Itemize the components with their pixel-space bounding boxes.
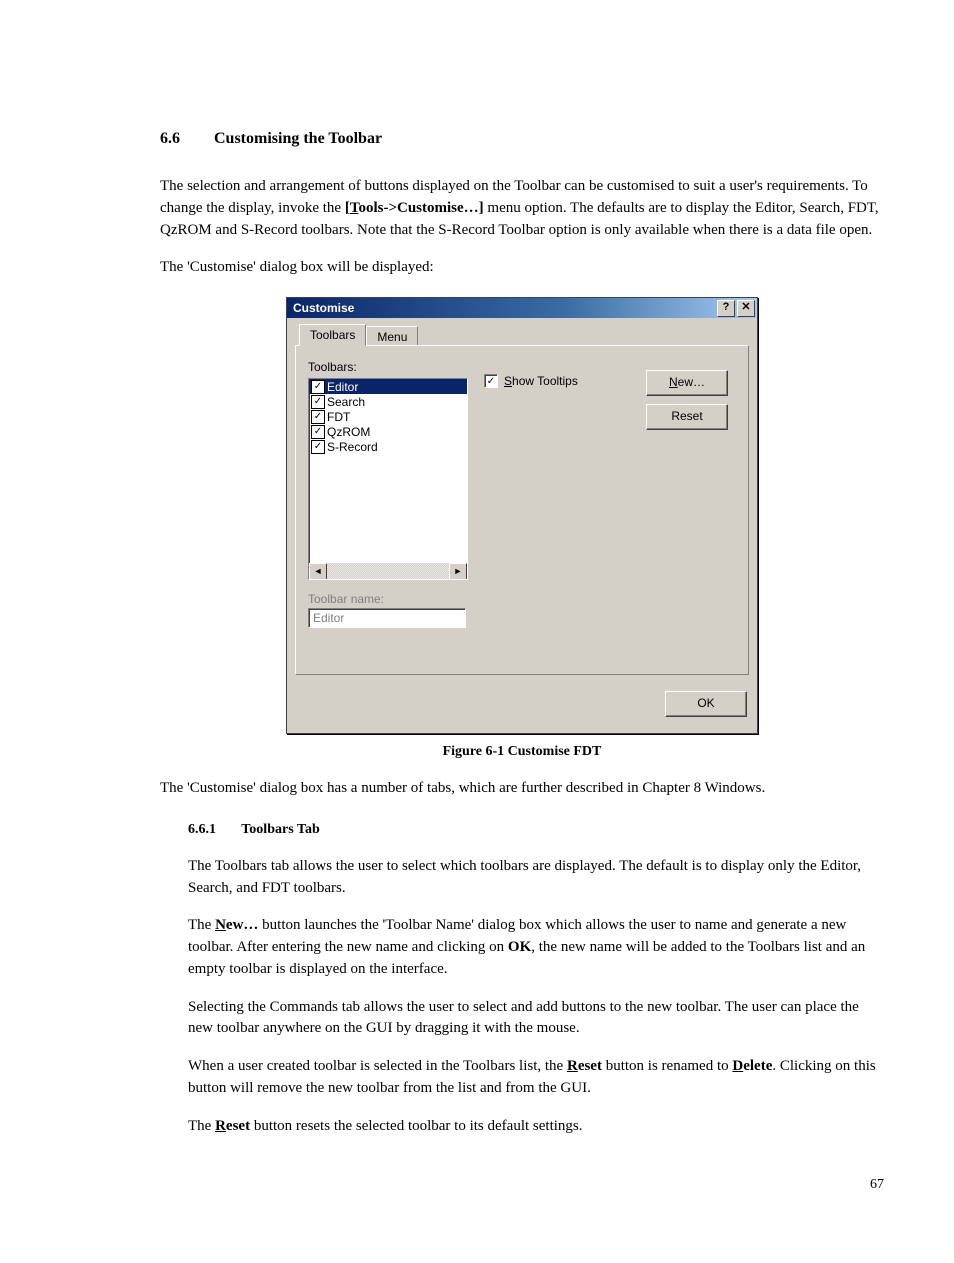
list-item[interactable]: ✓ Search [309,394,467,409]
intro-paragraph-1: The selection and arrangement of buttons… [160,176,884,241]
show-tooltips-checkbox[interactable]: ✓ Show Tooltips [484,374,630,388]
toolbars-label: Toolbars: [308,360,468,374]
dialog-title: Customise [293,301,354,315]
checkbox-icon[interactable]: ✓ [311,410,325,424]
sub-paragraph-3: Selecting the Commands tab allows the us… [188,997,884,1041]
sub-paragraph-2: The New… button launches the 'Toolbar Na… [188,915,884,980]
sub-paragraph-1: The Toolbars tab allows the user to sele… [188,856,884,900]
checkbox-icon[interactable]: ✓ [311,395,325,409]
help-icon[interactable]: ? [717,300,735,317]
close-icon[interactable]: ✕ [737,300,755,317]
after-caption-paragraph: The 'Customise' dialog box has a number … [160,778,884,800]
subsection-title: Toolbars Tab [241,822,319,837]
subsection-number: 6.6.1 [188,822,238,838]
toolbar-name-label: Toolbar name: [308,592,468,606]
list-item[interactable]: ✓ S-Record [309,439,467,454]
checkbox-icon[interactable]: ✓ [311,425,325,439]
figure-caption: Figure 6-1 Customise FDT [160,744,884,760]
list-item[interactable]: ✓ FDT [309,409,467,424]
list-item[interactable]: ✓ QzROM [309,424,467,439]
scroll-left-icon[interactable]: ◄ [309,563,327,580]
reset-button[interactable]: Reset [646,404,728,430]
page-number: 67 [160,1177,884,1193]
ok-button[interactable]: OK [665,691,747,717]
tab-panel: Toolbars: ✓ Editor ✓ Search [295,345,749,675]
tab-menu[interactable]: Menu [366,326,418,347]
subsection-heading: 6.6.1 Toolbars Tab [188,822,884,838]
toolbar-name-field[interactable]: Editor [308,608,466,628]
section-title: Customising the Toolbar [214,130,382,147]
dialog-titlebar: Customise ? ✕ [287,298,757,318]
list-item[interactable]: ✓ Editor [309,379,467,394]
section-number: 6.6 [160,130,210,148]
sub-paragraph-4: When a user created toolbar is selected … [188,1056,884,1100]
sub-paragraph-5: The Reset button resets the selected too… [188,1116,884,1138]
intro-paragraph-2: The 'Customise' dialog box will be displ… [160,257,884,279]
tab-strip: ToolbarsMenu [299,324,749,346]
tab-toolbars[interactable]: Toolbars [299,324,366,346]
checkbox-icon[interactable]: ✓ [311,380,325,394]
checkbox-icon[interactable]: ✓ [311,440,325,454]
horizontal-scrollbar[interactable]: ◄ ► [309,563,467,579]
new-button[interactable]: New… [646,370,728,396]
section-heading: 6.6 Customising the Toolbar [160,130,884,148]
customise-dialog: Customise ? ✕ ToolbarsMenu Toolbars: [286,297,758,734]
checkbox-icon[interactable]: ✓ [484,374,498,388]
scroll-track[interactable] [327,563,449,579]
toolbars-listbox[interactable]: ✓ Editor ✓ Search ✓ FDT [308,378,468,580]
dialog-figure: Customise ? ✕ ToolbarsMenu Toolbars: [160,297,884,734]
scroll-right-icon[interactable]: ► [449,563,467,580]
